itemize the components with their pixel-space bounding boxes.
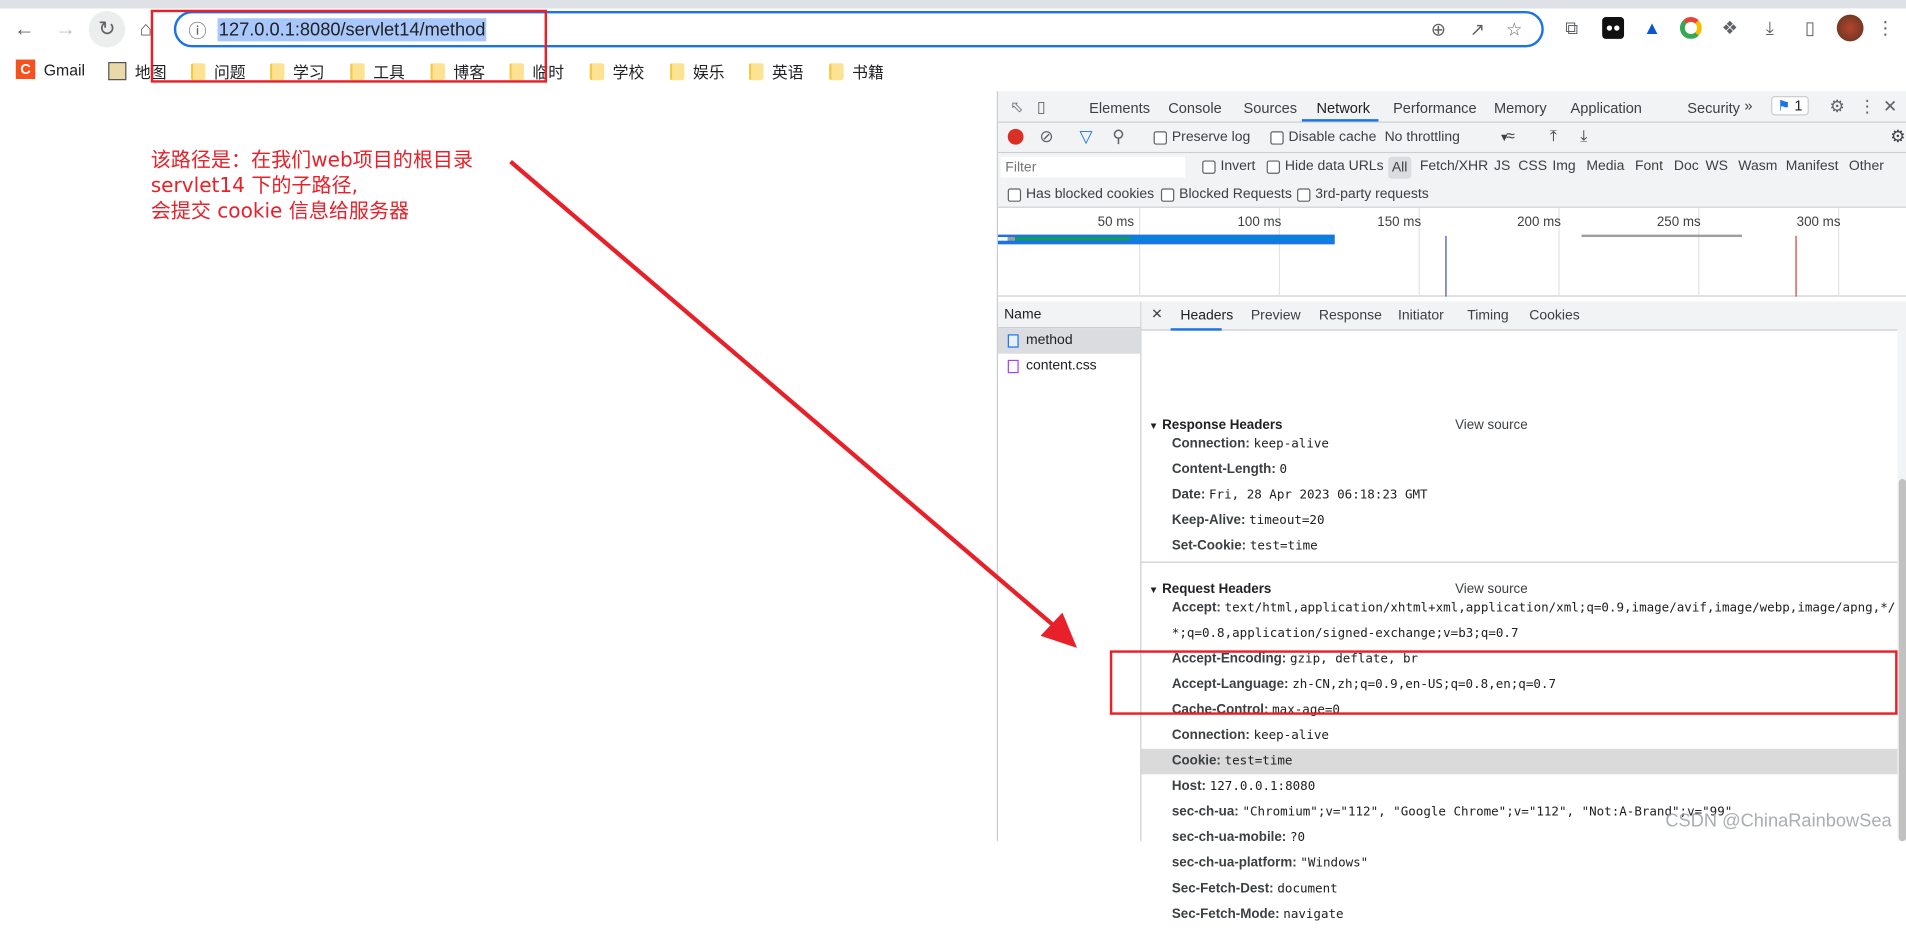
header-row: Sec-Fetch-Dest: document — [1172, 876, 1338, 902]
header-row: sec-ch-ua-platform: "Windows" — [1172, 851, 1368, 877]
arrow-line — [509, 160, 1062, 633]
header-value: navigate — [1283, 906, 1344, 922]
annotation-arrow — [509, 160, 1078, 648]
header-name: sec-ch-ua-platform: — [1171, 855, 1297, 871]
header-name: Sec-Fetch-Mode: — [1171, 906, 1280, 922]
header-row: Sec-Fetch-Mode: navigate — [1172, 902, 1344, 928]
header-name: Sec-Fetch-Dest: — [1171, 881, 1274, 896]
header-value: "Windows" — [1300, 855, 1369, 871]
header-value: document — [1277, 881, 1338, 896]
watermark: CSDN @ChinaRainbowSea — [1665, 810, 1892, 832]
